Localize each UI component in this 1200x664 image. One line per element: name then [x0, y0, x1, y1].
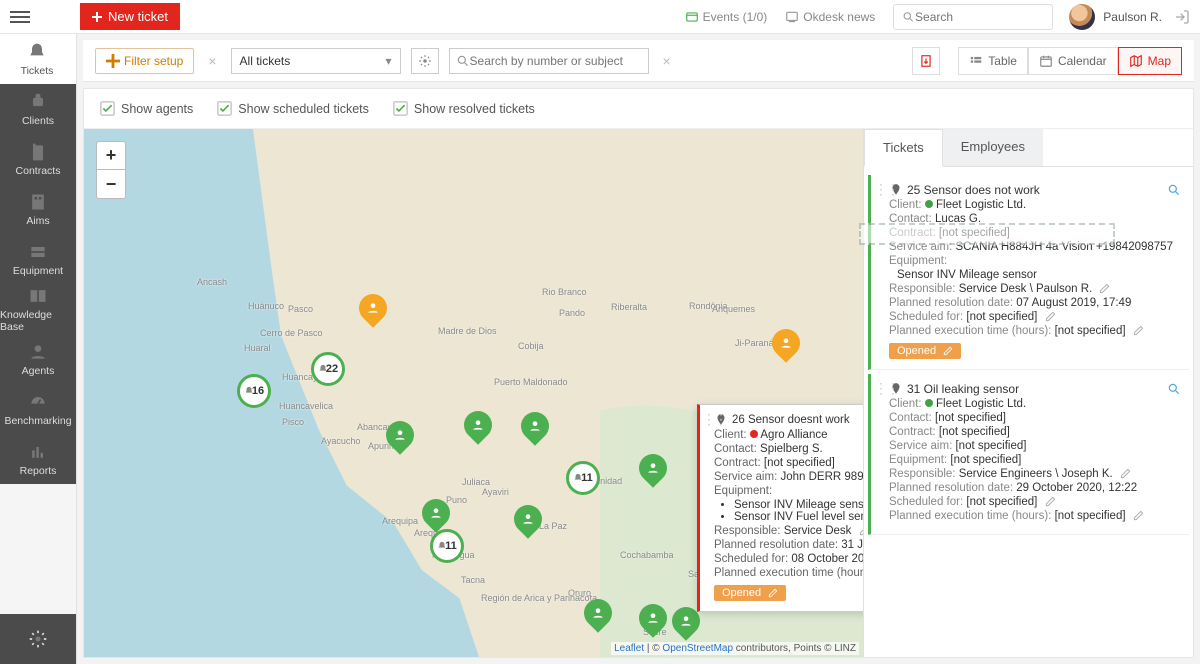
ticket-card[interactable]: ⋮⋮ 31 Oil leaking sensor Client: Fleet L… [868, 374, 1189, 535]
tooltip-title: 26 Sensor doesnt work [714, 413, 863, 427]
zoom-control: + − [96, 141, 126, 199]
drag-handle-icon[interactable]: ⋮⋮ [874, 181, 898, 198]
menu-toggle-icon[interactable] [10, 7, 30, 27]
edit-icon[interactable] [1133, 510, 1144, 521]
new-ticket-button[interactable]: New ticket [80, 3, 180, 30]
ticket-search[interactable] [449, 48, 649, 74]
edit-icon[interactable] [859, 525, 863, 536]
edit-icon[interactable] [1133, 325, 1144, 336]
toolbar: Filter setup × All tickets ▾ × [83, 40, 1194, 82]
signout-icon[interactable] [1174, 9, 1190, 25]
sidebar-item-settings[interactable] [0, 614, 76, 664]
sidebar: Tickets Clients Contracts Aims Equipment… [0, 34, 77, 664]
ticket-search-input[interactable] [470, 54, 642, 68]
sidebar-item-agents[interactable]: Agents [0, 334, 76, 384]
status-badge[interactable]: Opened [714, 585, 786, 601]
zoom-out-button[interactable]: − [97, 170, 125, 198]
map-cluster[interactable]: 11 [430, 529, 464, 563]
export-button[interactable] [912, 47, 940, 75]
search-clear-icon[interactable]: × [659, 53, 675, 69]
zoom-icon[interactable] [1167, 382, 1181, 396]
global-search[interactable] [893, 4, 1053, 30]
sidebar-item-equipment[interactable]: Equipment [0, 234, 76, 284]
sidebar-item-contracts[interactable]: Contracts [0, 134, 76, 184]
edit-icon[interactable] [1045, 496, 1056, 507]
ticket-card-drag-ghost [859, 223, 1115, 245]
map[interactable]: + − AncashHuánucoPascoCerro de PascoHuar… [84, 129, 863, 657]
status-badge[interactable]: Opened [889, 343, 961, 359]
drag-handle-icon[interactable]: ⋮⋮ [702, 411, 726, 428]
show-scheduled-checkbox[interactable]: Show scheduled tickets [217, 101, 369, 116]
user-name: Paulson R. [1103, 10, 1162, 24]
sidebar-item-reports[interactable]: Reports [0, 434, 76, 484]
map-attribution: Leaflet | © OpenStreetMap contributors, … [611, 642, 859, 655]
ticket-card[interactable]: ⋮⋮ 25 Sensor does not work Client: Fleet… [868, 175, 1189, 370]
zoom-in-button[interactable]: + [97, 142, 125, 170]
view-table-button[interactable]: Table [958, 47, 1028, 75]
show-resolved-checkbox[interactable]: Show resolved tickets [393, 101, 535, 116]
view-calendar-button[interactable]: Calendar [1028, 47, 1118, 75]
map-cluster[interactable]: 16 [237, 374, 271, 408]
show-agents-checkbox[interactable]: Show agents [100, 101, 193, 116]
ticket-side-panel: Tickets Employees ⋮⋮ 25 Sensor does not … [863, 129, 1193, 657]
sidebar-item-clients[interactable]: Clients [0, 84, 76, 134]
search-icon [902, 10, 915, 24]
top-header: New ticket Events (1/0) Okdesk news Paul… [0, 0, 1200, 34]
global-search-input[interactable] [915, 10, 1044, 24]
tab-tickets[interactable]: Tickets [864, 129, 943, 167]
filter-setup-button[interactable]: Filter setup [95, 48, 194, 74]
chevron-down-icon: ▾ [386, 54, 392, 68]
events-link[interactable]: Events (1/0) [685, 10, 768, 24]
tickets-filter-select[interactable]: All tickets ▾ [231, 48, 401, 74]
filter-settings-button[interactable] [411, 48, 439, 74]
filter-close-icon[interactable]: × [204, 53, 220, 69]
view-map-button[interactable]: Map [1118, 47, 1182, 75]
map-filter-bar: Show agents Show scheduled tickets Show … [84, 89, 1193, 129]
sidebar-item-knowledgebase[interactable]: Knowledge Base [0, 284, 76, 334]
map-cluster[interactable]: 11 [566, 461, 600, 495]
drag-handle-icon[interactable]: ⋮⋮ [874, 380, 898, 397]
tab-employees[interactable]: Employees [943, 129, 1043, 166]
new-ticket-label: New ticket [108, 9, 168, 24]
avatar[interactable] [1069, 4, 1095, 30]
zoom-icon[interactable] [1167, 183, 1181, 197]
edit-icon[interactable] [1120, 468, 1131, 479]
sidebar-item-tickets[interactable]: Tickets [0, 34, 76, 84]
edit-icon[interactable] [1099, 283, 1110, 294]
sidebar-item-aims[interactable]: Aims [0, 184, 76, 234]
map-tooltip: ⋮⋮ 26 Sensor doesnt work Client: Agro Al… [697, 404, 863, 612]
news-link[interactable]: Okdesk news [785, 10, 875, 24]
search-icon [456, 54, 470, 68]
edit-icon[interactable] [1045, 311, 1056, 322]
map-cluster[interactable]: 22 [311, 352, 345, 386]
sidebar-item-benchmarking[interactable]: Benchmarking [0, 384, 76, 434]
